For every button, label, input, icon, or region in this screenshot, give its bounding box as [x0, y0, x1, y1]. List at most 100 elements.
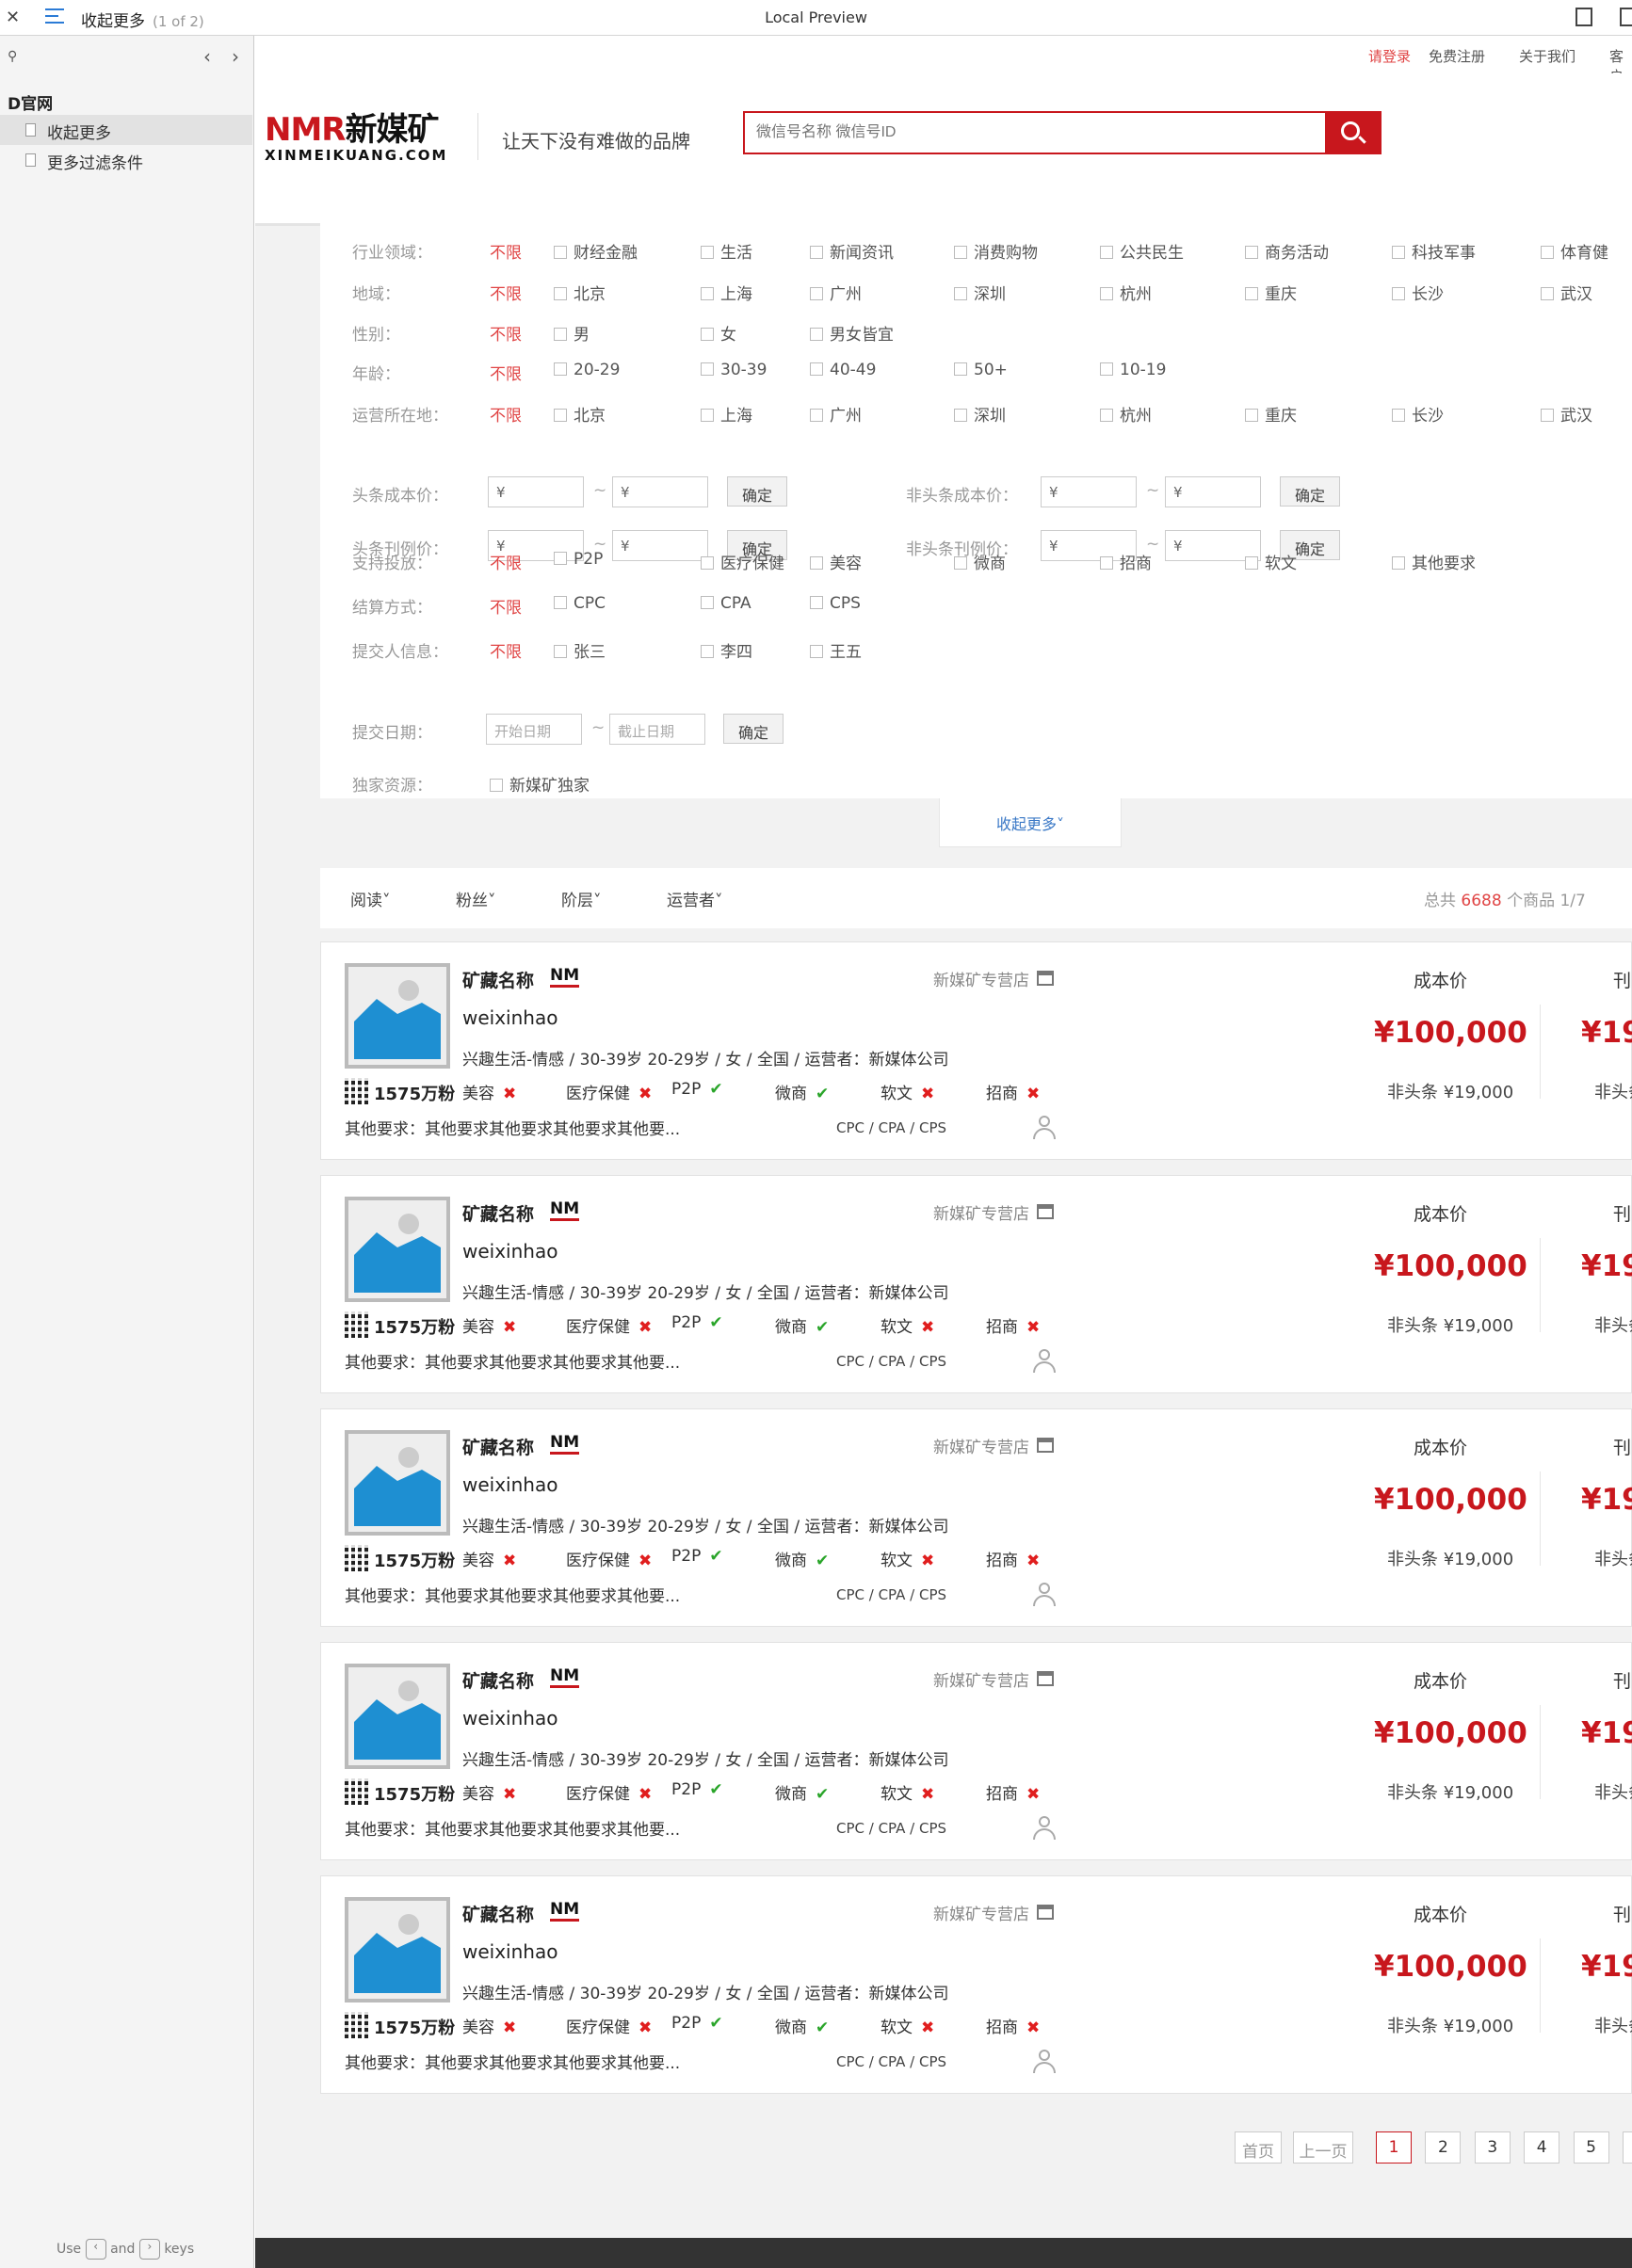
price-min-input[interactable]: ¥: [488, 476, 584, 507]
filter-unlimited[interactable]: 不限: [490, 239, 522, 263]
filter-unlimited[interactable]: 不限: [490, 361, 522, 384]
sidebar-item-more-filters[interactable]: 更多过滤条件: [0, 145, 252, 175]
checkbox[interactable]: [701, 409, 714, 422]
confirm-button[interactable]: 确定: [1280, 476, 1340, 507]
product-card[interactable]: 1575万粉 矿藏名称 NM 新媒矿专营店 weixinhao 兴趣生活-情感 …: [320, 1875, 1632, 2094]
filter-option[interactable]: 上海: [701, 281, 752, 304]
checkbox[interactable]: [490, 779, 503, 792]
user-icon[interactable]: [1033, 1349, 1056, 1374]
checkbox[interactable]: [1100, 362, 1113, 376]
filter-option[interactable]: 广州: [810, 402, 862, 426]
product-card[interactable]: 1575万粉 矿藏名称 NM 新媒矿专营店 weixinhao 兴趣生活-情感 …: [320, 1175, 1632, 1393]
user-icon[interactable]: [1033, 2050, 1056, 2074]
filter-unlimited[interactable]: 不限: [490, 321, 522, 345]
checkbox[interactable]: [554, 596, 567, 609]
checkbox[interactable]: [954, 556, 967, 570]
price-max-input[interactable]: ¥: [612, 476, 708, 507]
checkbox[interactable]: [954, 362, 967, 376]
filter-option[interactable]: 长沙: [1392, 281, 1444, 304]
checkbox[interactable]: [554, 328, 567, 341]
filter-unlimited[interactable]: 不限: [490, 402, 522, 426]
sidebar-item-collapse[interactable]: 收起更多: [0, 115, 252, 145]
filter-option[interactable]: 北京: [554, 281, 606, 304]
checkbox[interactable]: [954, 287, 967, 300]
collapse-more-button[interactable]: 收起更多˅: [939, 798, 1122, 847]
checkbox[interactable]: [1100, 556, 1113, 570]
checkbox[interactable]: [810, 596, 823, 609]
checkbox[interactable]: [554, 362, 567, 376]
store-label[interactable]: 新媒矿专营店: [933, 967, 1029, 990]
product-card[interactable]: 1575万粉 矿藏名称 NM 新媒矿专营店 weixinhao 兴趣生活-情感 …: [320, 1408, 1632, 1627]
filter-option[interactable]: 北京: [554, 402, 606, 426]
checkbox[interactable]: [1392, 409, 1405, 422]
filter-option[interactable]: 公共民生: [1100, 239, 1184, 263]
filter-option[interactable]: 新闻资讯: [810, 239, 894, 263]
filter-option[interactable]: 消费购物: [954, 239, 1038, 263]
search-icon[interactable]: ⚲: [8, 49, 17, 64]
filter-option[interactable]: 男: [554, 321, 590, 345]
qr-code-icon[interactable]: [345, 1311, 371, 1338]
checkbox[interactable]: [701, 556, 714, 570]
filter-option[interactable]: 武汉: [1541, 281, 1592, 304]
checkbox[interactable]: [701, 362, 714, 376]
filter-option[interactable]: P2P: [554, 550, 603, 569]
account-name[interactable]: 矿藏名称: [462, 1434, 534, 1459]
checkbox[interactable]: [1541, 409, 1554, 422]
account-name[interactable]: 矿藏名称: [462, 967, 534, 992]
account-name[interactable]: 矿藏名称: [462, 1901, 534, 1926]
filter-option[interactable]: 招商: [1100, 550, 1152, 573]
checkbox[interactable]: [1541, 246, 1554, 259]
filter-option[interactable]: 重庆: [1245, 281, 1297, 304]
checkbox[interactable]: [1245, 556, 1258, 570]
close-icon[interactable]: ✕: [6, 8, 20, 27]
filter-option[interactable]: 其他要求: [1392, 550, 1476, 573]
filter-option[interactable]: 长沙: [1392, 402, 1444, 426]
checkbox[interactable]: [1245, 409, 1258, 422]
filter-option[interactable]: 40-49: [810, 361, 876, 379]
start-date-input[interactable]: 开始日期: [486, 714, 582, 745]
filter-option[interactable]: 财经金融: [554, 239, 638, 263]
filter-option[interactable]: CPS: [810, 594, 861, 613]
checkbox[interactable]: [701, 596, 714, 609]
filter-option[interactable]: CPC: [554, 594, 606, 613]
checkbox[interactable]: [554, 409, 567, 422]
page-button[interactable]: 2: [1425, 2131, 1462, 2163]
filter-option[interactable]: 新媒矿独家: [490, 772, 590, 796]
sort-read[interactable]: 阅读˅: [350, 887, 391, 910]
qr-code-icon[interactable]: [345, 1545, 371, 1571]
filter-option[interactable]: 30-39: [701, 361, 767, 379]
user-icon[interactable]: [1033, 1816, 1056, 1841]
user-icon[interactable]: [1033, 1116, 1056, 1140]
sort-tier[interactable]: 阶层˅: [561, 887, 602, 910]
checkbox[interactable]: [810, 556, 823, 570]
chevron-right-icon[interactable]: ›: [232, 45, 239, 68]
checkbox[interactable]: [554, 645, 567, 658]
filter-option[interactable]: 王五: [810, 638, 862, 662]
store-label[interactable]: 新媒矿专营店: [933, 1667, 1029, 1691]
price-max-input[interactable]: ¥: [1165, 476, 1261, 507]
first-page-button[interactable]: 首页: [1235, 2131, 1282, 2163]
checkbox[interactable]: [1245, 287, 1258, 300]
filter-option[interactable]: 李四: [701, 638, 752, 662]
checkbox[interactable]: [810, 246, 823, 259]
confirm-button[interactable]: 确定: [723, 714, 784, 744]
prev-page-button[interactable]: 上一页: [1293, 2131, 1353, 2163]
checkbox[interactable]: [554, 287, 567, 300]
checkbox[interactable]: [810, 287, 823, 300]
filter-option[interactable]: 男女皆宜: [810, 321, 894, 345]
filter-option[interactable]: 上海: [701, 402, 752, 426]
filter-option[interactable]: 10-19: [1100, 361, 1166, 379]
about-link[interactable]: 关于我们: [1519, 46, 1575, 66]
checkbox[interactable]: [1100, 409, 1113, 422]
checkbox[interactable]: [810, 645, 823, 658]
checkbox[interactable]: [554, 552, 567, 565]
filter-option[interactable]: 体育健: [1541, 239, 1608, 263]
checkbox[interactable]: [701, 287, 714, 300]
store-label[interactable]: 新媒矿专营店: [933, 1434, 1029, 1457]
document-icon[interactable]: [1575, 8, 1592, 26]
filter-option[interactable]: 软文: [1245, 550, 1297, 573]
filter-option[interactable]: 50+: [954, 361, 1008, 379]
page-button[interactable]: 4: [1524, 2131, 1560, 2163]
chevron-left-icon[interactable]: ‹: [203, 45, 211, 68]
filter-option[interactable]: 科技军事: [1392, 239, 1476, 263]
